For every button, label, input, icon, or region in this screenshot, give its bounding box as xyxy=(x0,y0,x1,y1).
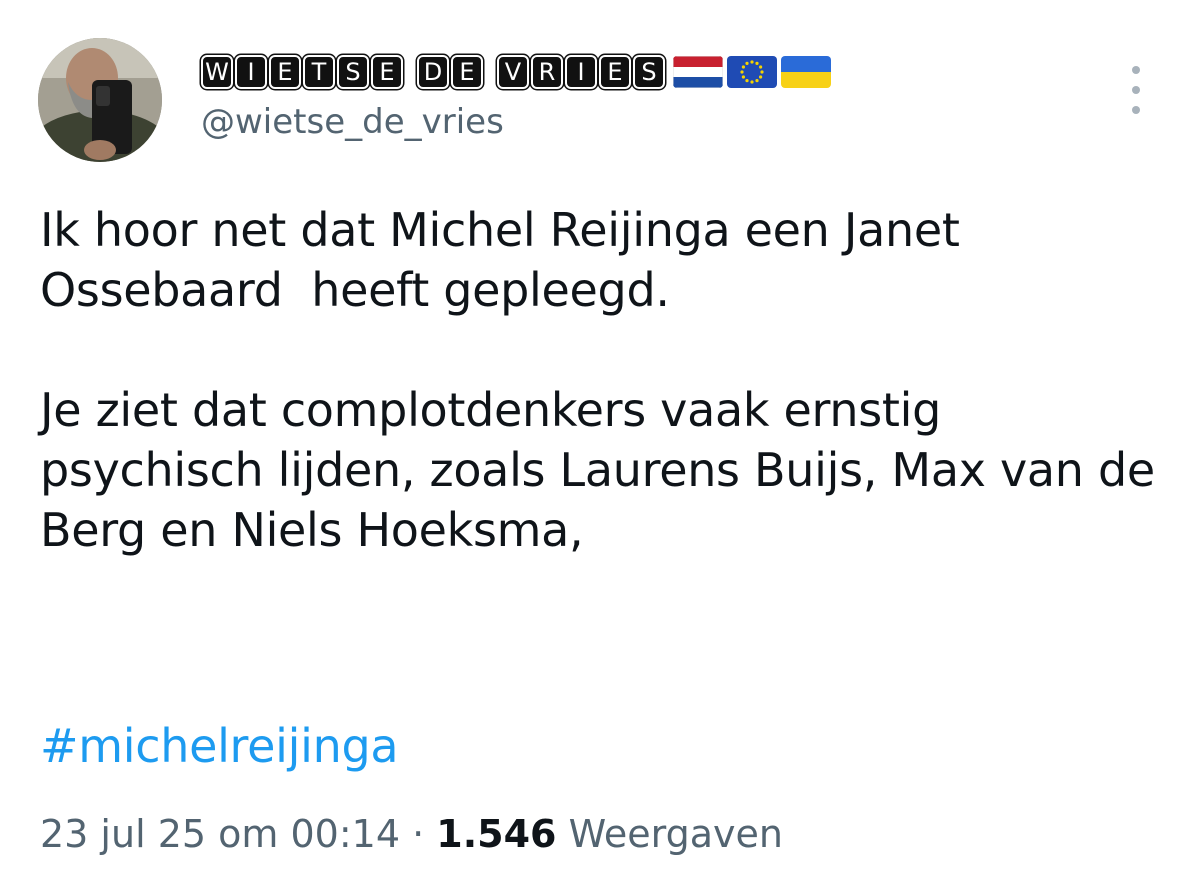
name-letter-tile: T xyxy=(303,55,335,89)
display-name[interactable]: WIETSEDEVRIES xyxy=(201,50,831,94)
name-letter-tile: E xyxy=(269,55,301,89)
name-letter-tile: V xyxy=(497,55,529,89)
views-label[interactable]: Weergaven xyxy=(569,812,783,856)
flag-emojis xyxy=(673,56,831,88)
more-vertical-icon xyxy=(1132,66,1140,74)
name-letter-tile: E xyxy=(371,55,403,89)
tweet-header: WIETSEDEVRIES @wietse_de_vries xyxy=(201,50,831,144)
name-letter-tile: E xyxy=(599,55,631,89)
eu-flag-icon xyxy=(727,56,777,88)
display-name-tiles[interactable]: WIETSEDEVRIES xyxy=(201,55,667,89)
more-vertical-icon-dot xyxy=(1132,86,1140,94)
avatar[interactable] xyxy=(38,38,162,162)
views-count[interactable]: 1.546 xyxy=(436,812,556,856)
netherlands-flag-icon xyxy=(673,56,723,88)
hashtag-link[interactable]: #michelreijinga xyxy=(40,716,399,776)
tweet-paragraph: Ik hoor net dat Michel Reijinga een Jane… xyxy=(40,203,974,317)
more-vertical-icon-dot xyxy=(1132,106,1140,114)
name-letter-tile: I xyxy=(565,55,597,89)
name-letter-tile xyxy=(405,55,415,89)
tweet-paragraph: Je ziet dat complotdenkers vaak ernstig … xyxy=(40,383,1170,557)
name-letter-tile: S xyxy=(337,55,369,89)
name-letter-tile: W xyxy=(201,55,233,89)
ukraine-flag-icon xyxy=(781,56,831,88)
timestamp[interactable]: 23 jul 25 om 00:14 xyxy=(40,812,400,856)
tweet-meta: 23 jul 25 om 00:14 · 1.546 Weergaven xyxy=(40,806,783,862)
user-handle[interactable]: @wietse_de_vries xyxy=(201,100,831,144)
name-letter-tile: S xyxy=(633,55,665,89)
meta-separator: · xyxy=(412,812,425,856)
more-options-button[interactable] xyxy=(1122,66,1150,114)
name-letter-tile: E xyxy=(451,55,483,89)
tweet-body: Ik hoor net dat Michel Reijinga een Jane… xyxy=(40,200,1160,560)
name-letter-tile: R xyxy=(531,55,563,89)
name-letter-tile: D xyxy=(417,55,449,89)
name-letter-tile: I xyxy=(235,55,267,89)
name-letter-tile xyxy=(485,55,495,89)
